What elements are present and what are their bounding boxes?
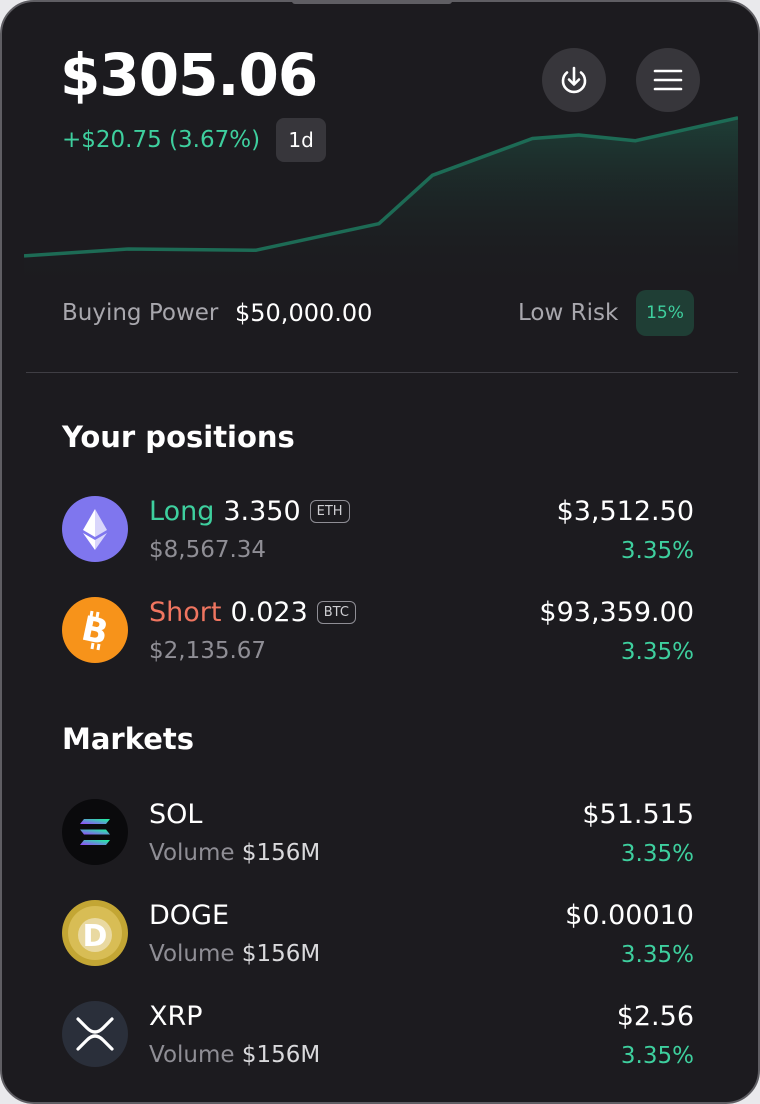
portfolio-chart — [24, 116, 738, 292]
markets-title: Markets — [62, 722, 195, 756]
market-change: 3.35% — [620, 841, 694, 867]
position-row-btc[interactable]: B Short 0.023 BTC $2,135.67 $93,359.00 3… — [62, 597, 694, 667]
market-volume: Volume $156M — [149, 941, 320, 967]
volume-value: $156M — [241, 840, 321, 866]
risk-badge[interactable]: 15% — [636, 290, 694, 336]
bitcoin-icon: B — [62, 597, 128, 663]
buying-power-label: Buying Power — [62, 300, 219, 326]
menu-icon — [653, 69, 683, 91]
position-value: $8,567.34 — [149, 537, 267, 563]
position-amount: 0.023 — [230, 597, 308, 628]
market-change: 3.35% — [620, 1043, 694, 1069]
market-name: DOGE — [149, 900, 230, 931]
position-value: $2,135.67 — [149, 638, 267, 664]
position-price: $3,512.50 — [556, 496, 694, 527]
position-change: 3.35% — [620, 639, 694, 665]
position-title: Short 0.023 BTC — [149, 597, 356, 628]
market-price: $51.515 — [582, 799, 694, 830]
risk-label: Low Risk — [518, 300, 619, 326]
xrp-icon — [62, 1001, 128, 1067]
svg-text:B: B — [78, 609, 112, 654]
position-side: Short — [149, 597, 222, 628]
volume-label: Volume — [149, 1042, 235, 1068]
market-volume: Volume $156M — [149, 1042, 320, 1068]
dogecoin-icon: D — [62, 900, 128, 966]
market-change: 3.35% — [620, 942, 694, 968]
position-amount: 3.350 — [223, 496, 301, 527]
download-icon — [561, 66, 587, 94]
market-row-doge[interactable]: D DOGE Volume $156M $0.00010 3.35% — [62, 900, 694, 970]
market-row-xrp[interactable]: XRP Volume $156M $2.56 3.35% — [62, 1001, 694, 1071]
position-change: 3.35% — [620, 538, 694, 564]
market-price: $0.00010 — [565, 900, 694, 931]
buying-power-value: $50,000.00 — [235, 299, 373, 327]
solana-icon — [62, 799, 128, 865]
volume-value: $156M — [241, 1042, 321, 1068]
positions-title: Your positions — [62, 420, 295, 454]
symbol-tag: ETH — [309, 500, 350, 523]
position-price: $93,359.00 — [539, 597, 694, 628]
market-row-sol[interactable]: SOL Volume $156M $51.515 3.35% — [62, 799, 694, 869]
volume-label: Volume — [149, 840, 235, 866]
position-title: Long 3.350 ETH — [149, 496, 350, 527]
svg-text:D: D — [83, 919, 108, 954]
ethereum-icon — [62, 496, 128, 562]
market-name: SOL — [149, 799, 203, 830]
position-side: Long — [149, 496, 215, 527]
frame-notch — [292, 2, 452, 4]
chart-area — [24, 117, 738, 292]
market-volume: Volume $156M — [149, 840, 320, 866]
app-frame: $305.06 +$20.75 (3.67%) 1d Buying Power … — [0, 0, 760, 1104]
section-divider — [26, 372, 738, 373]
portfolio-balance: $305.06 — [60, 41, 318, 109]
symbol-tag: BTC — [316, 601, 356, 624]
position-row-eth[interactable]: Long 3.350 ETH $8,567.34 $3,512.50 3.35% — [62, 496, 694, 566]
volume-value: $156M — [241, 941, 321, 967]
market-price: $2.56 — [616, 1001, 694, 1032]
volume-label: Volume — [149, 941, 235, 967]
market-name: XRP — [149, 1001, 203, 1032]
